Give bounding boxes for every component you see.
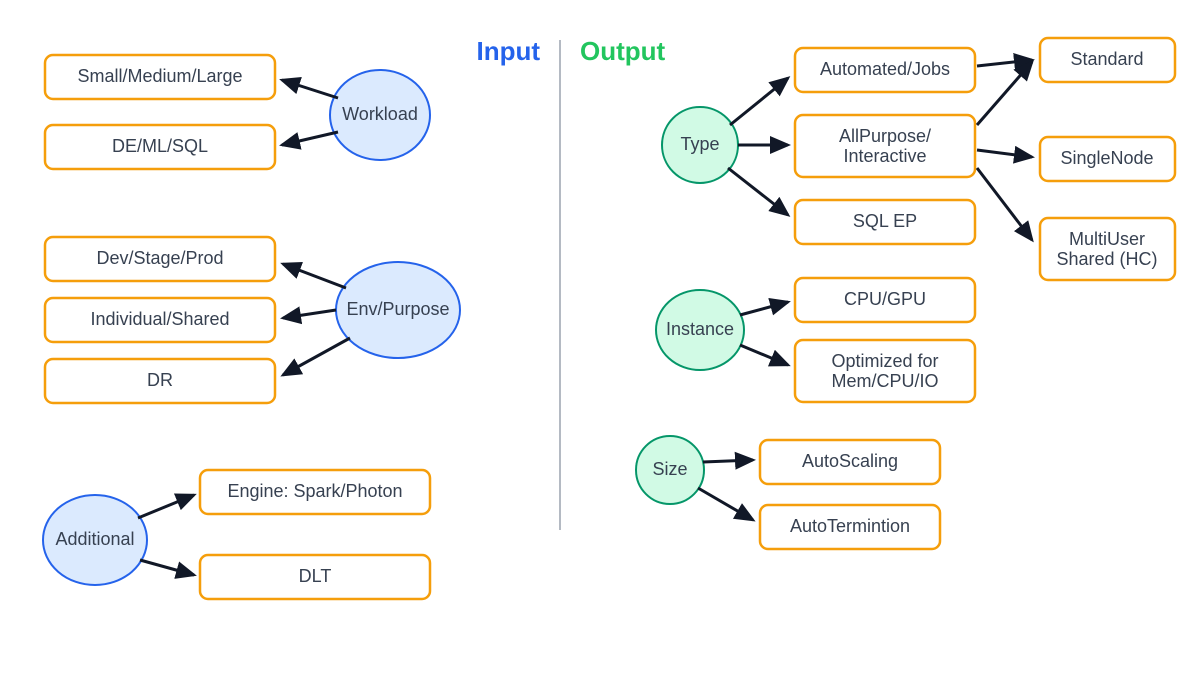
type-text-1b: Interactive: [843, 146, 926, 166]
workload-label: Workload: [342, 104, 418, 124]
arrow-size-0: [703, 460, 753, 462]
size-text-0: AutoScaling: [802, 451, 898, 471]
env-text-2: DR: [147, 370, 173, 390]
diagram-canvas: Input Output Workload Small/Medium/Large…: [0, 0, 1200, 674]
arrow-env-2: [283, 338, 350, 375]
arrow-type-0: [730, 78, 788, 125]
arrow-size-1: [698, 488, 753, 520]
arrow-env-0: [283, 264, 346, 288]
arrow-workload-0: [282, 80, 338, 98]
additional-text-1: DLT: [299, 566, 332, 586]
type-sub-text-2a: MultiUser: [1069, 229, 1145, 249]
additional-text-0: Engine: Spark/Photon: [227, 481, 402, 501]
arrow-workload-1: [282, 132, 338, 145]
arrow-additional-1: [140, 560, 194, 575]
header-output: Output: [580, 36, 666, 66]
env-text-0: Dev/Stage/Prod: [96, 248, 223, 268]
arrow-type-2: [728, 168, 788, 215]
arrow-instance-0: [740, 302, 788, 315]
arrow-sub-1: [977, 62, 1032, 125]
arrow-additional-0: [138, 495, 194, 518]
env-text-1: Individual/Shared: [90, 309, 229, 329]
workload-text-1: DE/ML/SQL: [112, 136, 208, 156]
type-sub-text-0: Standard: [1070, 49, 1143, 69]
header-input: Input: [476, 36, 540, 66]
additional-label: Additional: [55, 529, 134, 549]
arrow-sub-2: [977, 150, 1032, 157]
type-text-2: SQL EP: [853, 211, 917, 231]
type-text-1a: AllPurpose/: [839, 126, 931, 146]
arrow-instance-1: [740, 345, 788, 365]
type-sub-text-1: SingleNode: [1060, 148, 1153, 168]
type-text-0: Automated/Jobs: [820, 59, 950, 79]
type-label: Type: [680, 134, 719, 154]
size-label: Size: [652, 459, 687, 479]
workload-text-0: Small/Medium/Large: [77, 66, 242, 86]
env-label: Env/Purpose: [346, 299, 449, 319]
type-sub-text-2b: Shared (HC): [1056, 249, 1157, 269]
instance-text-1a: Optimized for: [831, 351, 938, 371]
instance-label: Instance: [666, 319, 734, 339]
arrow-sub-3: [977, 168, 1032, 240]
instance-text-0: CPU/GPU: [844, 289, 926, 309]
arrow-sub-0: [977, 60, 1032, 66]
arrow-env-1: [283, 310, 336, 318]
instance-text-1b: Mem/CPU/IO: [831, 371, 938, 391]
size-text-1: AutoTermintion: [790, 516, 910, 536]
